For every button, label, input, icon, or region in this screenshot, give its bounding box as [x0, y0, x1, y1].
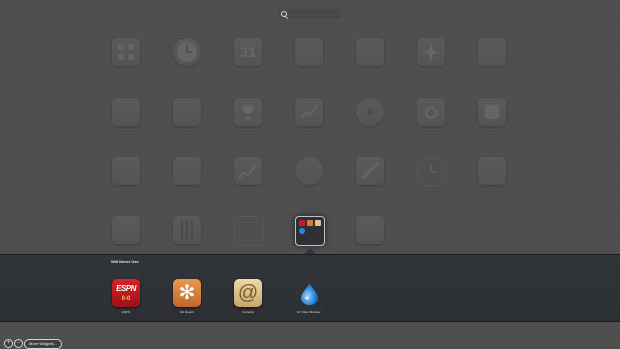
mini-espn-icon [299, 220, 305, 226]
mini-ski-icon [307, 220, 313, 226]
chart-icon[interactable] [295, 98, 323, 126]
grid-icon[interactable] [112, 38, 140, 66]
blank-widget-icon[interactable] [234, 216, 264, 246]
notes-icon[interactable] [295, 38, 323, 66]
folder-title[interactable]: Will Never Use [111, 259, 139, 264]
snowflake-icon: ✻ [178, 282, 196, 304]
web-clip-icon[interactable] [173, 157, 201, 185]
water-drop-icon [301, 283, 318, 305]
weather-icon[interactable] [356, 157, 384, 185]
clock-icon[interactable] [173, 38, 201, 66]
airplane-icon[interactable] [417, 38, 445, 66]
plus-icon: + [6, 340, 11, 346]
at-sign-icon: @ [237, 282, 259, 304]
search-field[interactable] [278, 9, 342, 19]
stocks-icon[interactable] [234, 157, 262, 185]
search-icon [281, 11, 287, 17]
mini-browser-icon [299, 228, 305, 234]
unit-converter-icon[interactable] [478, 98, 506, 126]
trophy-icon[interactable] [234, 98, 262, 126]
dictionary-icon[interactable] [478, 157, 506, 185]
espn-logo: ESPN [116, 284, 136, 293]
calendar-date: 31 [239, 44, 257, 61]
remove-widget-button[interactable]: − [14, 339, 23, 348]
tile-game-icon[interactable] [295, 157, 323, 185]
mail-icon[interactable] [112, 216, 140, 244]
cd-icon[interactable] [356, 98, 384, 126]
stickies-icon[interactable] [356, 38, 384, 66]
ski-report-app[interactable]: ✻ [173, 279, 201, 307]
ey-filter-browser-app[interactable] [295, 279, 323, 307]
piano-icon[interactable] [173, 216, 201, 244]
add-widget-button[interactable]: + [4, 339, 13, 348]
translation-icon[interactable] [173, 98, 201, 126]
calendar-icon[interactable]: 31 [234, 38, 262, 66]
address-book-icon[interactable] [112, 157, 140, 185]
ticket-icon[interactable] [478, 38, 506, 66]
espn-app[interactable]: ESPN 0-0 [112, 279, 140, 307]
minus-icon: − [16, 340, 21, 346]
camera-icon[interactable] [417, 98, 445, 126]
espn-label: ESPN [121, 310, 131, 314]
mini-contacts-icon [315, 220, 321, 226]
folder-icon[interactable] [295, 216, 325, 246]
calculator-icon[interactable] [112, 98, 140, 126]
ski-report-label: Ski Report [179, 310, 194, 314]
espn-score: 0-0 [121, 296, 131, 302]
movies-icon[interactable] [356, 216, 384, 244]
contacts-app[interactable]: @ [234, 279, 262, 307]
world-clock-icon[interactable] [417, 157, 447, 187]
contacts-label: Contacts [242, 310, 254, 314]
more-widgets-button[interactable]: More Widgets... [24, 339, 63, 349]
ey-filter-browser-label: EY Filter Browser [297, 310, 321, 314]
